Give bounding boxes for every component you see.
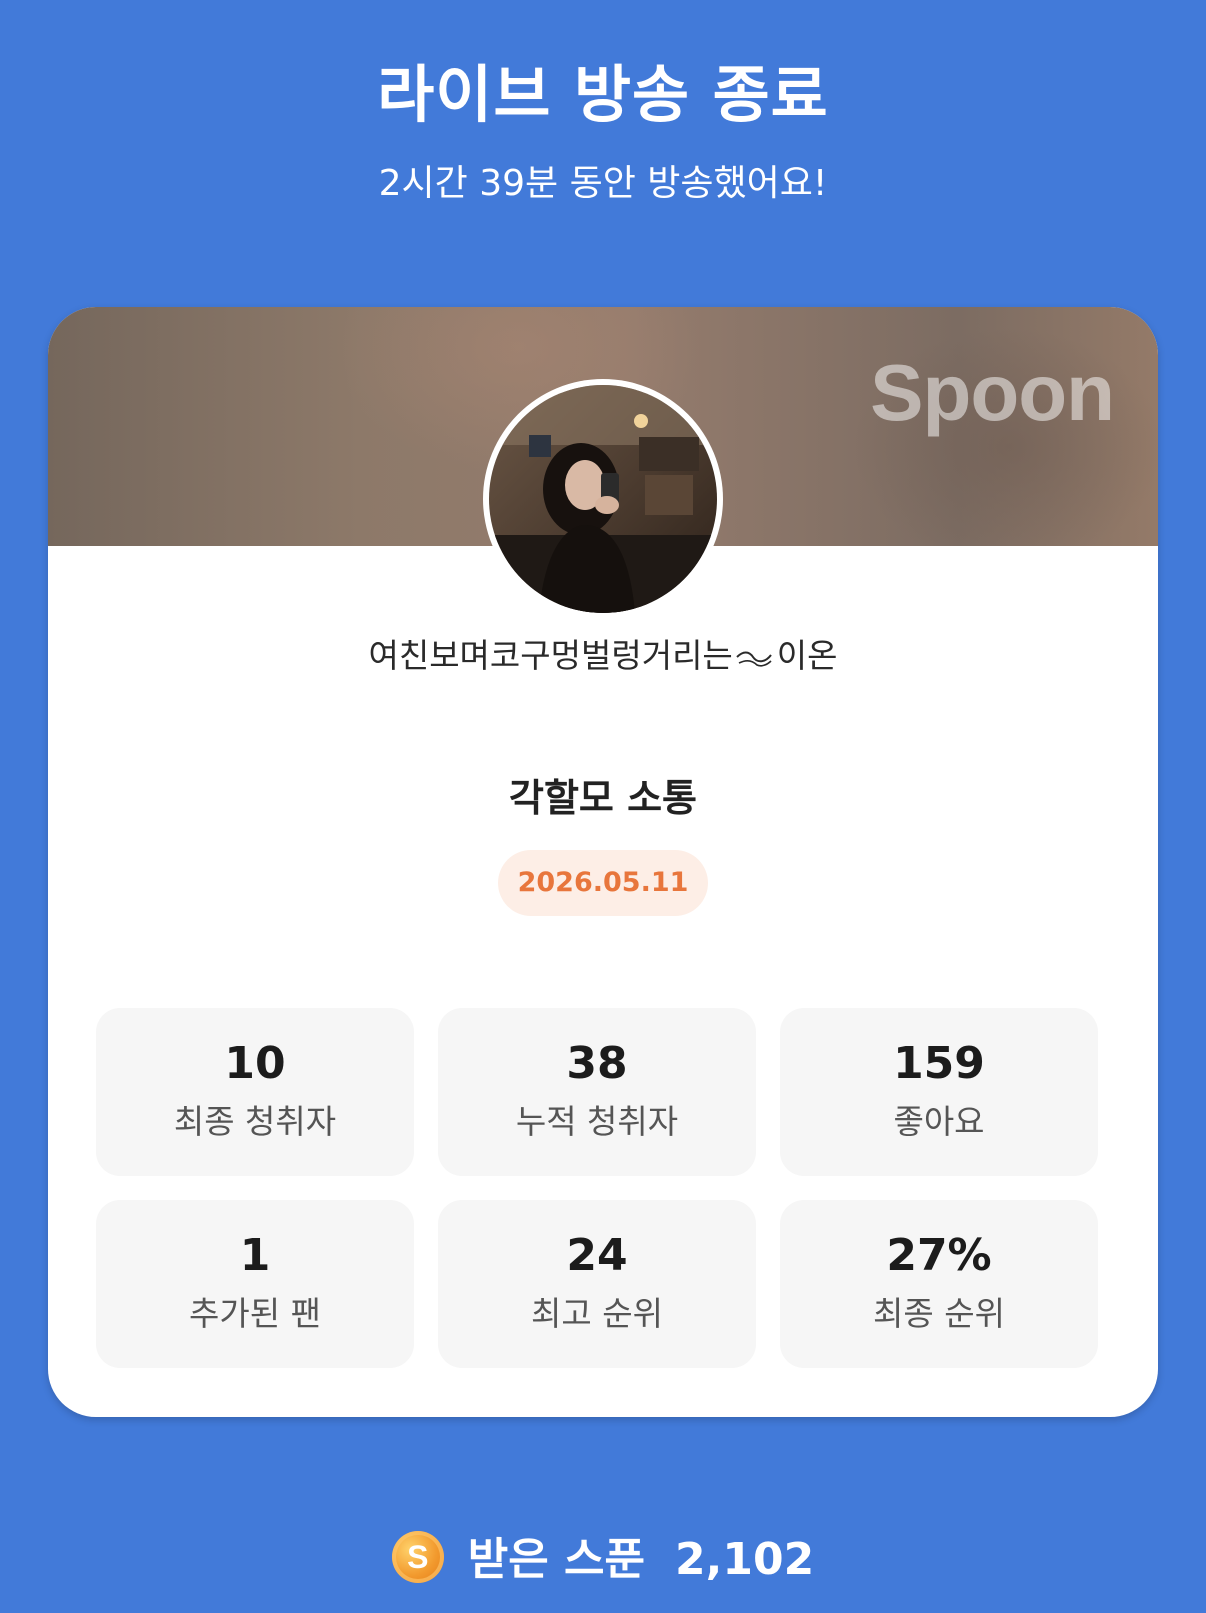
date-badge: 2026.05.11	[497, 850, 709, 916]
broadcast-summary-card: Spoon 여친보며코구멍벌렁거리는 이온 각할모 소통 2026.05.11 …	[48, 307, 1158, 1417]
stat-value: 1	[239, 1230, 271, 1281]
received-spoons: S 받은 스푼 2,102	[0, 1528, 1206, 1590]
stat-value: 10	[224, 1038, 286, 1089]
page-title: 라이브 방송 종료	[377, 58, 829, 131]
broadcaster-nickname: 여친보며코구멍벌렁거리는 이온	[48, 629, 1158, 677]
nickname-text: 여친보며코구멍벌렁거리는	[368, 636, 733, 675]
date-wrapper: 2026.05.11	[48, 850, 1158, 916]
nickname-suffix: 이온	[776, 636, 838, 675]
avatar-photo	[489, 385, 717, 613]
avatar	[483, 379, 723, 619]
received-spoons-label: 받은 스푼	[467, 1534, 646, 1585]
stat-value: 159	[893, 1038, 985, 1089]
stat-value: 27%	[886, 1230, 992, 1281]
stat-label: 최고 순위	[531, 1294, 663, 1333]
stat-label: 좋아요	[893, 1102, 985, 1141]
live-title: 각할모 소통	[508, 776, 698, 820]
stat-best-rank: 24 최고 순위	[438, 1200, 756, 1368]
stat-value: 24	[566, 1230, 628, 1281]
stat-label: 추가된 팬	[189, 1294, 321, 1333]
stats-grid: 10 최종 청취자 38 누적 청취자 159 좋아요 1 추가된 팬 24 최…	[96, 1008, 1110, 1368]
stat-value: 38	[566, 1038, 628, 1089]
spoon-logo: Spoon	[870, 348, 1115, 437]
stat-label: 누적 청취자	[515, 1102, 679, 1141]
stat-label: 최종 순위	[873, 1294, 1005, 1333]
broadcast-duration: 2시간 39분 동안 방송했어요!	[378, 163, 828, 204]
stat-label: 최종 청취자	[173, 1102, 337, 1141]
stat-final-listeners: 10 최종 청취자	[96, 1008, 414, 1176]
stat-total-listeners: 38 누적 청취자	[438, 1008, 756, 1176]
stat-likes: 159 좋아요	[780, 1008, 1098, 1176]
stat-final-rank: 27% 최종 순위	[780, 1200, 1098, 1368]
received-spoons-count: 2,102	[675, 1534, 815, 1585]
spoon-coin-icon: S	[391, 1531, 444, 1583]
wave-swirl-icon	[735, 638, 775, 677]
stat-new-fans: 1 추가된 팬	[96, 1200, 414, 1368]
